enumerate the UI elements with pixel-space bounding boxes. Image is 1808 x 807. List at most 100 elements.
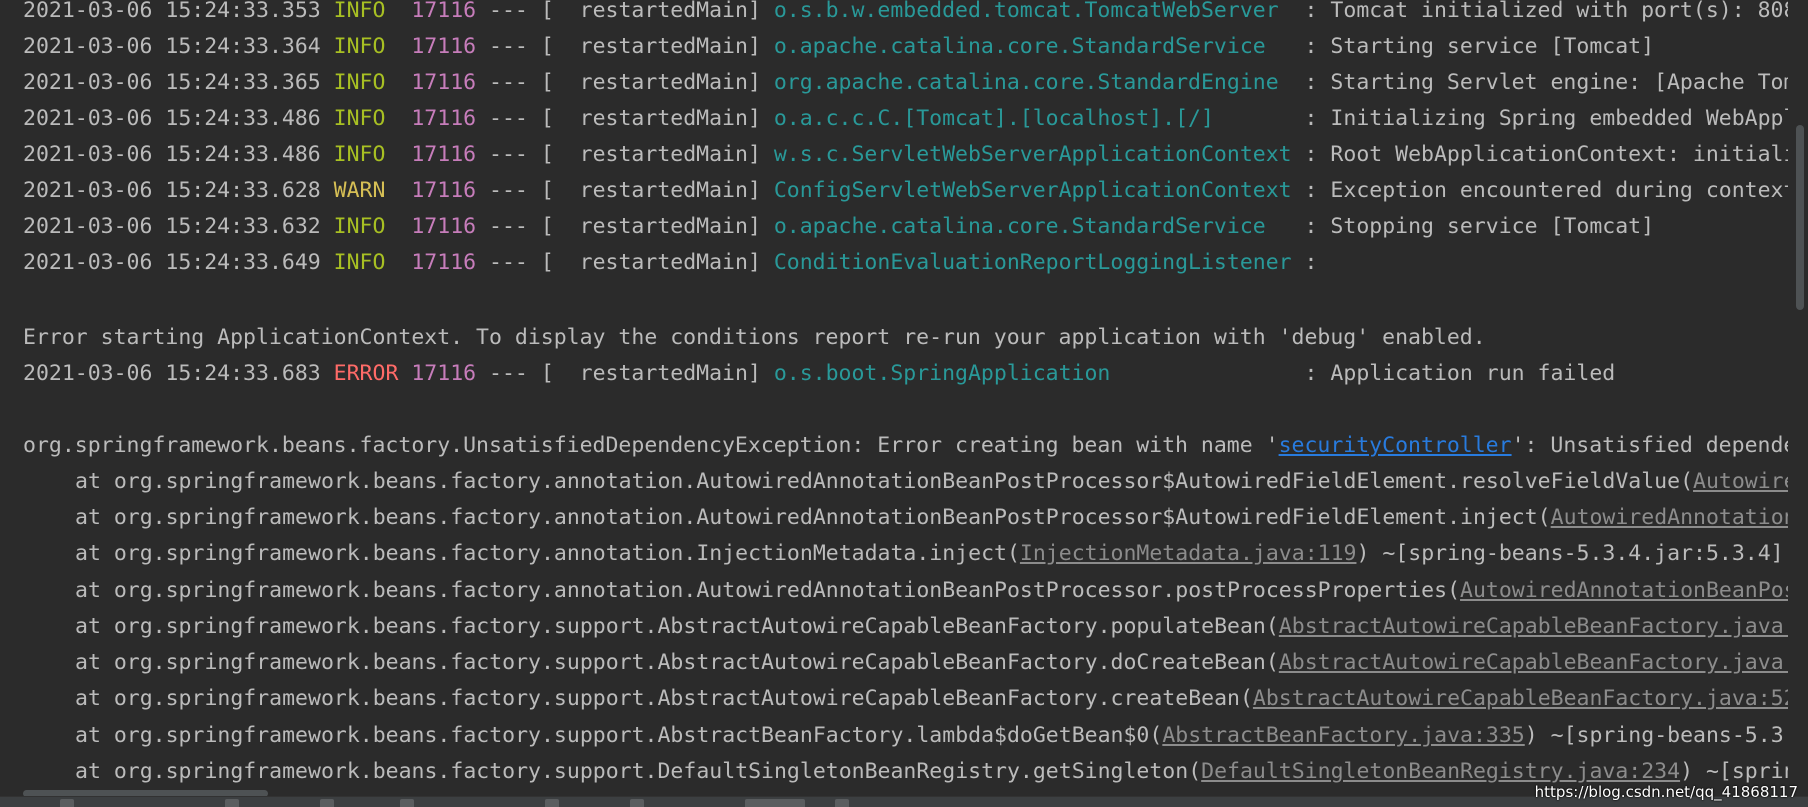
log-pid: 17116 [411,142,477,167]
vertical-scrollbar[interactable] [1794,0,1806,790]
source-link[interactable]: AutowiredAnnotationBeanPost [1460,578,1788,603]
log-logger: w.s.c.ServletWebServerApplicationContext [773,142,1305,167]
log-separator: --- [ [476,178,580,203]
watermark: https://blog.csdn.net/qq_41868117 [1534,783,1798,801]
stack-frame: at org.springframework.beans.factory.sup… [75,609,1788,645]
toolbar-icon[interactable] [225,799,239,807]
log-thread: restartedMain [579,214,748,239]
log-bracket: ] [747,214,774,239]
log-thread: restartedMain [579,361,748,386]
log-line: 2021-03-06 15:24:33.486 INFO 17116 --- [… [23,101,1788,137]
stack-frame: at org.springframework.beans.factory.ann… [75,536,1784,572]
source-link[interactable]: DefaultSingletonBeanRegistry.java:234 [1201,759,1680,784]
log-timestamp: 2021-03-06 15:24:33.353 [23,0,321,23]
log-thread: restartedMain [579,70,748,95]
log-level: INFO [333,250,399,275]
log-bracket: ] [747,0,774,23]
log-timestamp: 2021-03-06 15:24:33.649 [23,250,321,275]
toolbar-icon[interactable] [630,799,644,807]
log-pid: 17116 [411,214,477,239]
exception-text: org.springframework.beans.factory.Unsati… [23,433,1279,458]
log-pid: 17116 [411,178,477,203]
log-separator: --- [ [476,0,580,23]
log-separator: --- [ [476,70,580,95]
stack-frame: at org.springframework.beans.factory.sup… [75,754,1788,790]
log-pid: 17116 [411,70,477,95]
log-timestamp: 2021-03-06 15:24:33.486 [23,142,321,167]
log-logger: o.apache.catalina.core.StandardService [773,34,1305,59]
log-level: INFO [333,214,399,239]
log-thread: restartedMain [579,106,748,131]
log-bracket: ] [747,106,774,131]
log-level: ERROR [333,361,399,386]
source-link[interactable]: AbstractAutowireCapableBeanFactory.java: [1279,614,1788,639]
stack-frame: at org.springframework.beans.factory.sup… [75,645,1788,681]
source-link[interactable]: AbstractAutowireCapableBeanFactory.java: [1279,650,1788,675]
log-level: WARN [333,178,399,203]
log-separator: --- [ [476,361,580,386]
source-link[interactable]: InjectionMetadata.java:119 [1020,541,1357,566]
stack-method: at org.springframework.beans.factory.ann… [75,541,1020,566]
log-bracket: ] [747,34,774,59]
toolbar-icon[interactable] [320,799,334,807]
log-thread: restartedMain [579,142,748,167]
source-link[interactable]: AbstractBeanFactory.java:335 [1162,723,1524,748]
log-level: INFO [333,70,399,95]
log-message: : Initializing Spring embedded WebApplic… [1304,106,1788,131]
stack-method: at org.springframework.beans.factory.ann… [75,469,1694,494]
log-bracket: ] [747,361,774,386]
log-message: : Tomcat initialized with port(s): 8080 [1304,0,1788,23]
stack-method: at org.springframework.beans.factory.sup… [75,686,1253,711]
toolbar-tab[interactable] [745,799,805,807]
source-link[interactable]: AutowiredAnno [1693,469,1788,494]
stack-method: at org.springframework.beans.factory.ann… [75,505,1551,530]
toolbar-icon[interactable] [60,799,74,807]
stack-frame: at org.springframework.beans.factory.ann… [75,500,1788,536]
log-timestamp: 2021-03-06 15:24:33.365 [23,70,321,95]
toolbar-icon[interactable] [835,799,849,807]
bean-link[interactable]: securityController [1279,433,1512,458]
stack-frame: at org.springframework.beans.factory.sup… [75,718,1788,754]
source-link[interactable]: AutowiredAnnotationBe [1551,505,1788,530]
source-link[interactable]: AbstractAutowireCapableBeanFactory.java:… [1253,686,1788,711]
stack-tail: ) ~[spring-beans-5.3. [1524,723,1788,748]
log-line: 2021-03-06 15:24:33.486 INFO 17116 --- [… [23,137,1788,173]
error-context-message: Error starting ApplicationContext. To di… [23,325,1486,350]
log-bracket: ] [747,250,774,275]
vertical-scrollbar-thumb[interactable] [1796,125,1804,310]
log-bracket: ] [747,70,774,95]
stack-tail: ) ~[spring [1680,759,1788,784]
exception-line: org.springframework.beans.factory.Unsati… [23,428,1788,464]
log-level: INFO [333,106,399,131]
log-bracket: ] [747,142,774,167]
log-logger: o.s.b.w.embedded.tomcat.TomcatWebServer [773,0,1305,23]
log-logger: o.s.boot.SpringApplication [773,361,1305,386]
log-pid: 17116 [411,34,477,59]
log-separator: --- [ [476,250,580,275]
log-timestamp: 2021-03-06 15:24:33.683 [23,361,321,386]
log-thread: restartedMain [579,250,748,275]
log-timestamp: 2021-03-06 15:24:33.486 [23,106,321,131]
log-line: 2021-03-06 15:24:33.649 INFO 17116 --- [… [23,245,1318,281]
log-bracket: ] [747,178,774,203]
log-message: : Exception encountered during context [1304,178,1788,203]
log-line: 2021-03-06 15:24:33.353 INFO 17116 --- [… [23,0,1788,29]
stack-method: at org.springframework.beans.factory.sup… [75,759,1202,784]
stack-method: at org.springframework.beans.factory.sup… [75,723,1163,748]
log-logger: o.apache.catalina.core.StandardService [773,214,1305,239]
log-separator: --- [ [476,214,580,239]
log-message: : [1304,250,1318,275]
stack-frame: at org.springframework.beans.factory.sup… [75,681,1788,717]
log-pid: 17116 [411,106,477,131]
log-message: : Application run failed [1304,361,1616,386]
toolbar-icon[interactable] [545,799,559,807]
stack-method: at org.springframework.beans.factory.sup… [75,614,1279,639]
log-logger: ConditionEvaluationReportLoggingListener [773,250,1305,275]
log-level: INFO [333,0,399,23]
log-line: 2021-03-06 15:24:33.364 INFO 17116 --- [… [23,29,1654,65]
toolbar-icon[interactable] [400,799,414,807]
exception-suffix: ': Unsatisfied dependency [1511,433,1788,458]
log-timestamp: 2021-03-06 15:24:33.364 [23,34,321,59]
log-logger: org.apache.catalina.core.StandardEngine [773,70,1305,95]
console-output[interactable]: 2021-03-06 15:24:33.353 INFO 17116 --- [… [0,0,1788,790]
